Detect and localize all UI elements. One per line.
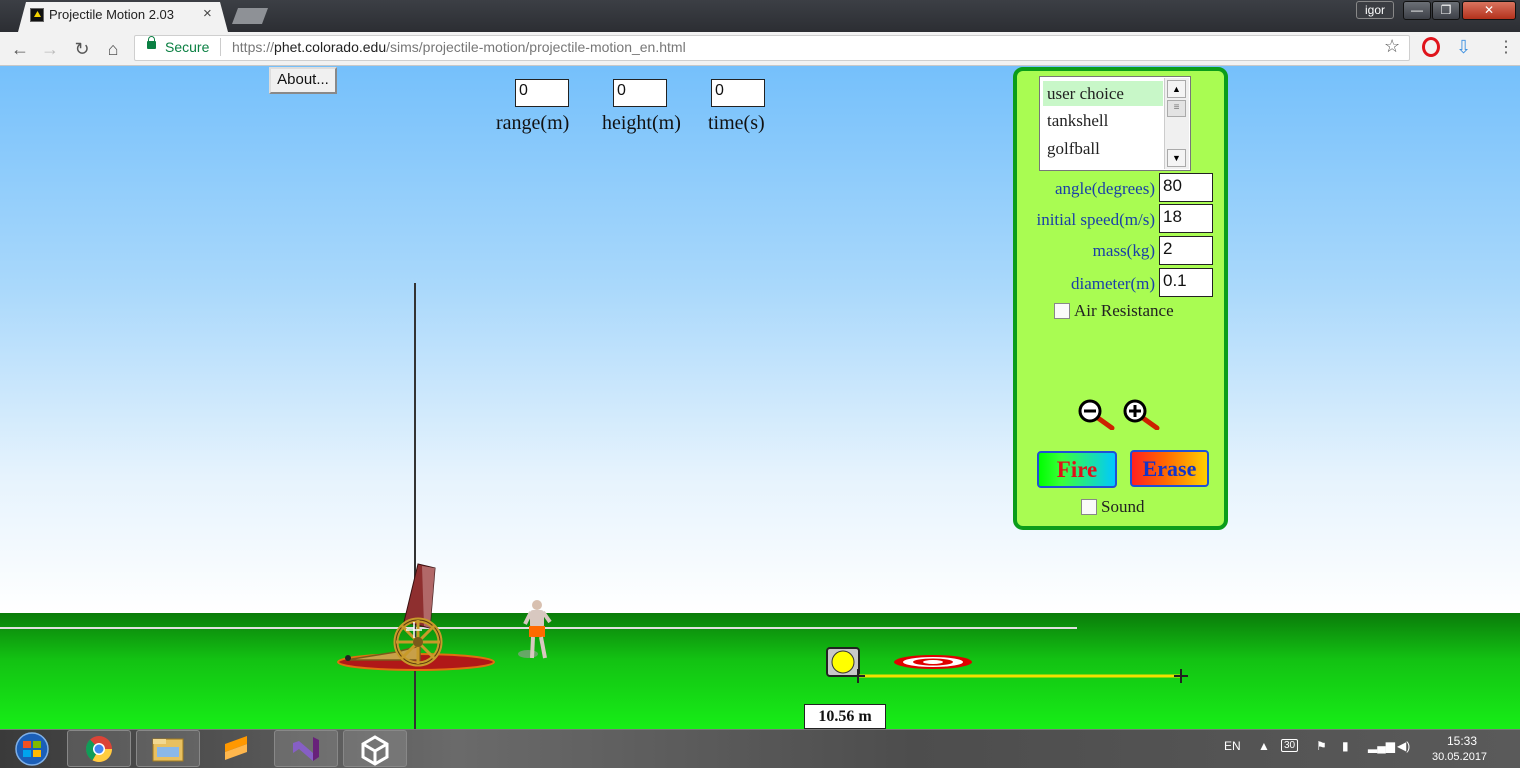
- erase-button[interactable]: Erase: [1130, 450, 1209, 487]
- bookmark-star-icon[interactable]: ☆: [1384, 36, 1400, 57]
- height-label: height(m): [602, 112, 681, 134]
- diameter-label: diameter(m): [1070, 274, 1155, 293]
- show-hidden-icons-icon[interactable]: ▲: [1258, 739, 1270, 753]
- back-icon[interactable]: ←: [9, 38, 31, 60]
- visual-studio-taskbar-button[interactable]: [274, 730, 338, 767]
- air-resistance-checkbox[interactable]: [1054, 303, 1070, 319]
- visual-studio-icon: [293, 737, 319, 761]
- clock-time[interactable]: 15:33: [1447, 734, 1477, 748]
- phet-favicon-icon: [30, 8, 44, 22]
- sound-label: Sound: [1101, 497, 1145, 516]
- download-extension-icon[interactable]: ⇩: [1456, 37, 1471, 58]
- projectile-option-tankshell[interactable]: tankshell: [1043, 108, 1163, 133]
- person-figure: [518, 600, 552, 659]
- flag-icon[interactable]: ⚑: [1316, 739, 1327, 753]
- mass-input[interactable]: 2: [1159, 236, 1213, 265]
- range-readout: 0: [515, 79, 569, 107]
- url-host: phet.colorado.edu: [274, 39, 387, 55]
- home-icon[interactable]: ⌂: [102, 38, 124, 60]
- about-button[interactable]: About...: [269, 67, 337, 94]
- clock-date[interactable]: 30.05.2017: [1432, 751, 1487, 763]
- mass-label: mass(kg): [1092, 241, 1155, 260]
- unity-taskbar-button[interactable]: [343, 730, 407, 767]
- tape-measure-readout: 10.56 m: [804, 704, 886, 729]
- sky-background: [0, 66, 1520, 614]
- tab-title: Projectile Motion 2.03: [49, 7, 175, 22]
- url-scheme: https://: [232, 39, 275, 55]
- time-label: time(s): [708, 112, 765, 134]
- calendar-badge-icon[interactable]: 30: [1281, 739, 1299, 752]
- network-icon[interactable]: ▂▄▆: [1368, 739, 1395, 753]
- browser-titlebar: [0, 0, 1520, 32]
- chrome-taskbar-button[interactable]: [67, 730, 131, 767]
- unity-icon: [361, 735, 389, 766]
- browser-menu-icon[interactable]: ⋮: [1498, 37, 1514, 57]
- minimize-button[interactable]: —: [1403, 1, 1431, 20]
- new-tab-button[interactable]: [232, 8, 268, 24]
- projectile-option-user-choice[interactable]: user choice: [1043, 81, 1163, 106]
- profile-button[interactable]: igor: [1356, 1, 1394, 19]
- air-resistance-label: Air Resistance: [1074, 301, 1174, 320]
- scroll-up-arrow-icon[interactable]: ▲: [1167, 80, 1186, 98]
- url-path: /sims/projectile-motion/projectile-motio…: [386, 39, 686, 55]
- projectile-option-golfball[interactable]: golfball: [1043, 136, 1163, 161]
- tab-close-icon[interactable]: ×: [203, 5, 212, 22]
- scroll-thumb[interactable]: ≡: [1167, 100, 1186, 117]
- angle-label: angle(degrees): [1054, 179, 1155, 198]
- language-indicator[interactable]: EN: [1224, 739, 1241, 753]
- zoom-in-icon[interactable]: [1121, 398, 1161, 430]
- file-explorer-icon: [152, 738, 184, 762]
- time-readout: 0: [711, 79, 765, 107]
- cannon[interactable]: [336, 560, 496, 675]
- tape-measure[interactable]: [825, 646, 1195, 686]
- range-label: range(m): [496, 112, 570, 134]
- opera-extension-icon[interactable]: [1422, 37, 1440, 57]
- diameter-input[interactable]: 0.1: [1159, 268, 1213, 297]
- scroll-down-arrow-icon[interactable]: ▼: [1167, 149, 1186, 167]
- height-readout: 0: [613, 79, 667, 107]
- sound-checkbox[interactable]: [1081, 499, 1097, 515]
- secure-label: Secure: [165, 39, 210, 55]
- lock-icon: [147, 36, 156, 49]
- volume-icon[interactable]: ◀): [1397, 739, 1410, 753]
- zoom-out-icon[interactable]: [1076, 398, 1116, 430]
- battery-icon[interactable]: ▮: [1342, 739, 1349, 753]
- angle-input[interactable]: 80: [1159, 173, 1213, 202]
- url-text[interactable]: https://phet.colorado.edu/sims/projectil…: [232, 39, 686, 55]
- reload-icon[interactable]: ↻: [71, 38, 93, 60]
- maximize-button[interactable]: ❐: [1432, 1, 1460, 20]
- sublime-taskbar-button[interactable]: [205, 730, 269, 767]
- sublime-icon: [225, 736, 247, 760]
- initial-speed-label: initial speed(m/s): [1036, 210, 1155, 229]
- chrome-icon: [85, 736, 113, 763]
- windows-start-icon[interactable]: [4, 730, 60, 768]
- url-divider: [220, 38, 221, 56]
- initial-speed-input[interactable]: 18: [1159, 204, 1213, 233]
- forward-icon[interactable]: →: [39, 38, 61, 60]
- close-window-button[interactable]: ✕: [1462, 1, 1516, 20]
- fire-button[interactable]: Fire: [1037, 451, 1117, 488]
- ground: [0, 613, 1520, 729]
- file-explorer-taskbar-button[interactable]: [136, 730, 200, 767]
